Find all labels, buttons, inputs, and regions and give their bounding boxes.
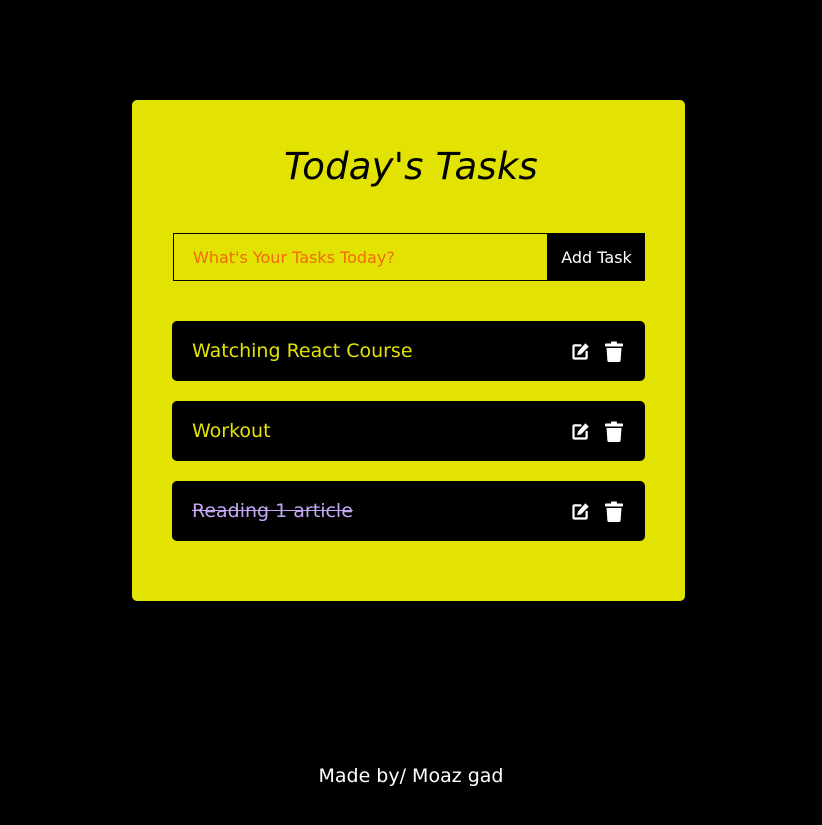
task-text[interactable]: Watching React Course — [192, 340, 413, 362]
task-input[interactable] — [173, 233, 548, 281]
page-title: Today's Tasks — [284, 145, 538, 188]
task-text-completed[interactable]: Reading 1 article — [192, 500, 353, 522]
trash-icon[interactable] — [603, 340, 625, 362]
edit-icon[interactable] — [569, 500, 591, 522]
task-text[interactable]: Workout — [192, 420, 271, 442]
task-item: Workout — [172, 401, 645, 461]
task-list: Watching React Course Workout Reading 1 … — [172, 321, 645, 561]
page: Today's Tasks Add Task Watching React Co… — [0, 0, 822, 825]
add-task-form: Add Task — [173, 233, 645, 281]
add-task-button[interactable]: Add Task — [548, 233, 645, 281]
trash-icon[interactable] — [603, 420, 625, 442]
task-actions — [569, 500, 625, 522]
task-actions — [569, 340, 625, 362]
edit-icon[interactable] — [569, 340, 591, 362]
edit-icon[interactable] — [569, 420, 591, 442]
trash-icon[interactable] — [603, 500, 625, 522]
task-actions — [569, 420, 625, 442]
footer-credit: Made by/ Moaz gad — [318, 765, 504, 787]
task-item: Reading 1 article — [172, 481, 645, 541]
task-item: Watching React Course — [172, 321, 645, 381]
